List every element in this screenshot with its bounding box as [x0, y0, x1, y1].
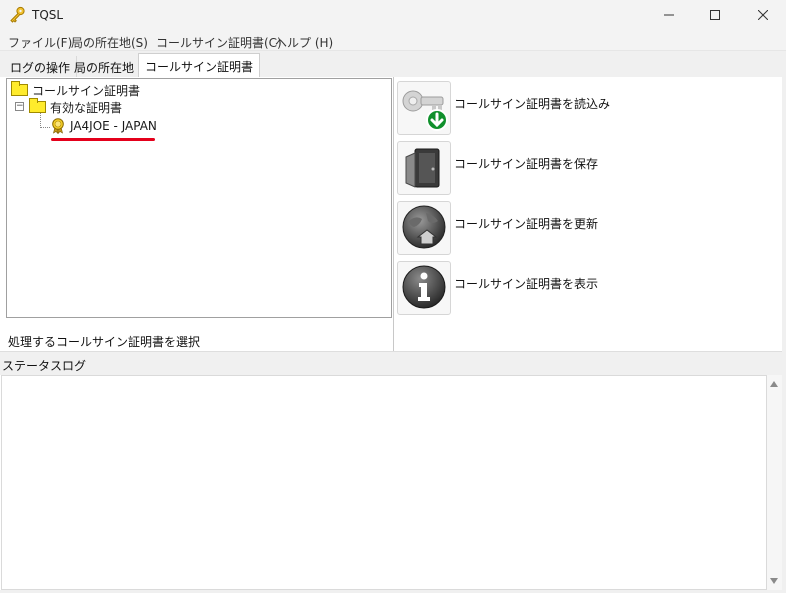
tree-group-label: 有効な証明書	[50, 100, 123, 115]
selection-hint: 処理するコールサイン証明書を選択	[8, 335, 201, 349]
minimize-button[interactable]	[646, 0, 692, 32]
menu-bar: ファイル(F) 局の所在地(S) コールサイン証明書(C) ヘルプ (H)	[0, 32, 786, 50]
tree-certificate-item[interactable]: JA4JOE - JAPAN	[51, 117, 157, 135]
status-log-area[interactable]	[1, 375, 767, 590]
actions-panel: コールサイン証明書を読込み コールサイン証明書を保存 コールサイン証明書を更新 …	[394, 77, 782, 351]
tree-root-label: コールサイン証明書	[32, 83, 141, 98]
save-certificate-button[interactable]	[397, 141, 451, 195]
collapse-icon[interactable]: −	[15, 102, 24, 111]
certificate-medal-icon	[51, 118, 65, 134]
tree-root[interactable]: コールサイン証明書	[11, 81, 140, 99]
load-certificate-label: コールサイン証明書を読込み	[454, 97, 611, 111]
tab-strip: ログの操作 局の所在地 コールサイン証明書	[0, 50, 786, 78]
window-title: TQSL	[32, 8, 64, 22]
key-download-icon	[400, 83, 448, 134]
status-log-header: ステータスログ	[0, 351, 786, 375]
tab-log-operations[interactable]: ログの操作	[4, 56, 78, 77]
tree-connector	[40, 113, 41, 128]
close-button[interactable]	[740, 0, 786, 32]
renew-certificate-label: コールサイン証明書を更新	[454, 217, 599, 231]
status-log-label: ステータスログ	[2, 359, 87, 373]
save-door-icon	[400, 143, 448, 194]
save-certificate-action: コールサイン証明書を保存	[397, 141, 598, 195]
certificate-label: JA4JOE - JAPAN	[70, 119, 157, 133]
key-icon	[8, 6, 26, 24]
tree-group-valid[interactable]: 有効な証明書	[29, 98, 122, 116]
maximize-icon	[710, 9, 720, 23]
close-icon	[757, 9, 769, 23]
info-icon	[400, 263, 448, 314]
renew-certificate-action: コールサイン証明書を更新	[397, 201, 598, 255]
folder-icon	[11, 81, 28, 96]
renew-certificate-button[interactable]	[397, 201, 451, 255]
menu-callsign-certificate[interactable]: コールサイン証明書(C)	[156, 34, 282, 51]
menu-help[interactable]: ヘルプ (H)	[275, 34, 333, 51]
folder-icon	[29, 98, 46, 113]
scroll-down-icon[interactable]	[770, 578, 778, 584]
globe-home-icon	[400, 203, 448, 254]
view-certificate-label: コールサイン証明書を表示	[454, 277, 599, 291]
minimize-icon	[664, 9, 674, 23]
certificate-tree[interactable]: コールサイン証明書 − 有効な証明書 JA4JOE - JAPAN	[6, 78, 392, 318]
tab-callsign-certificate[interactable]: コールサイン証明書	[138, 53, 261, 78]
highlight-underline	[51, 138, 155, 141]
menu-station-location[interactable]: 局の所在地(S)	[71, 34, 148, 51]
scroll-up-icon[interactable]	[770, 381, 778, 387]
certificate-panel: コールサイン証明書 − 有効な証明書 JA4JOE - JAPAN 処理するコー…	[0, 77, 393, 351]
tree-connector	[40, 127, 50, 128]
status-log-scrollbar[interactable]	[767, 375, 782, 590]
title-bar: TQSL	[0, 0, 786, 32]
load-certificate-button[interactable]	[397, 81, 451, 135]
menu-file[interactable]: ファイル(F)	[8, 34, 72, 51]
save-certificate-label: コールサイン証明書を保存	[454, 157, 599, 171]
tab-station-location[interactable]: 局の所在地	[68, 56, 142, 77]
load-certificate-action: コールサイン証明書を読込み	[397, 81, 610, 135]
view-certificate-action: コールサイン証明書を表示	[397, 261, 598, 315]
window-edge	[782, 77, 786, 593]
maximize-button[interactable]	[692, 0, 738, 32]
view-certificate-button[interactable]	[397, 261, 451, 315]
